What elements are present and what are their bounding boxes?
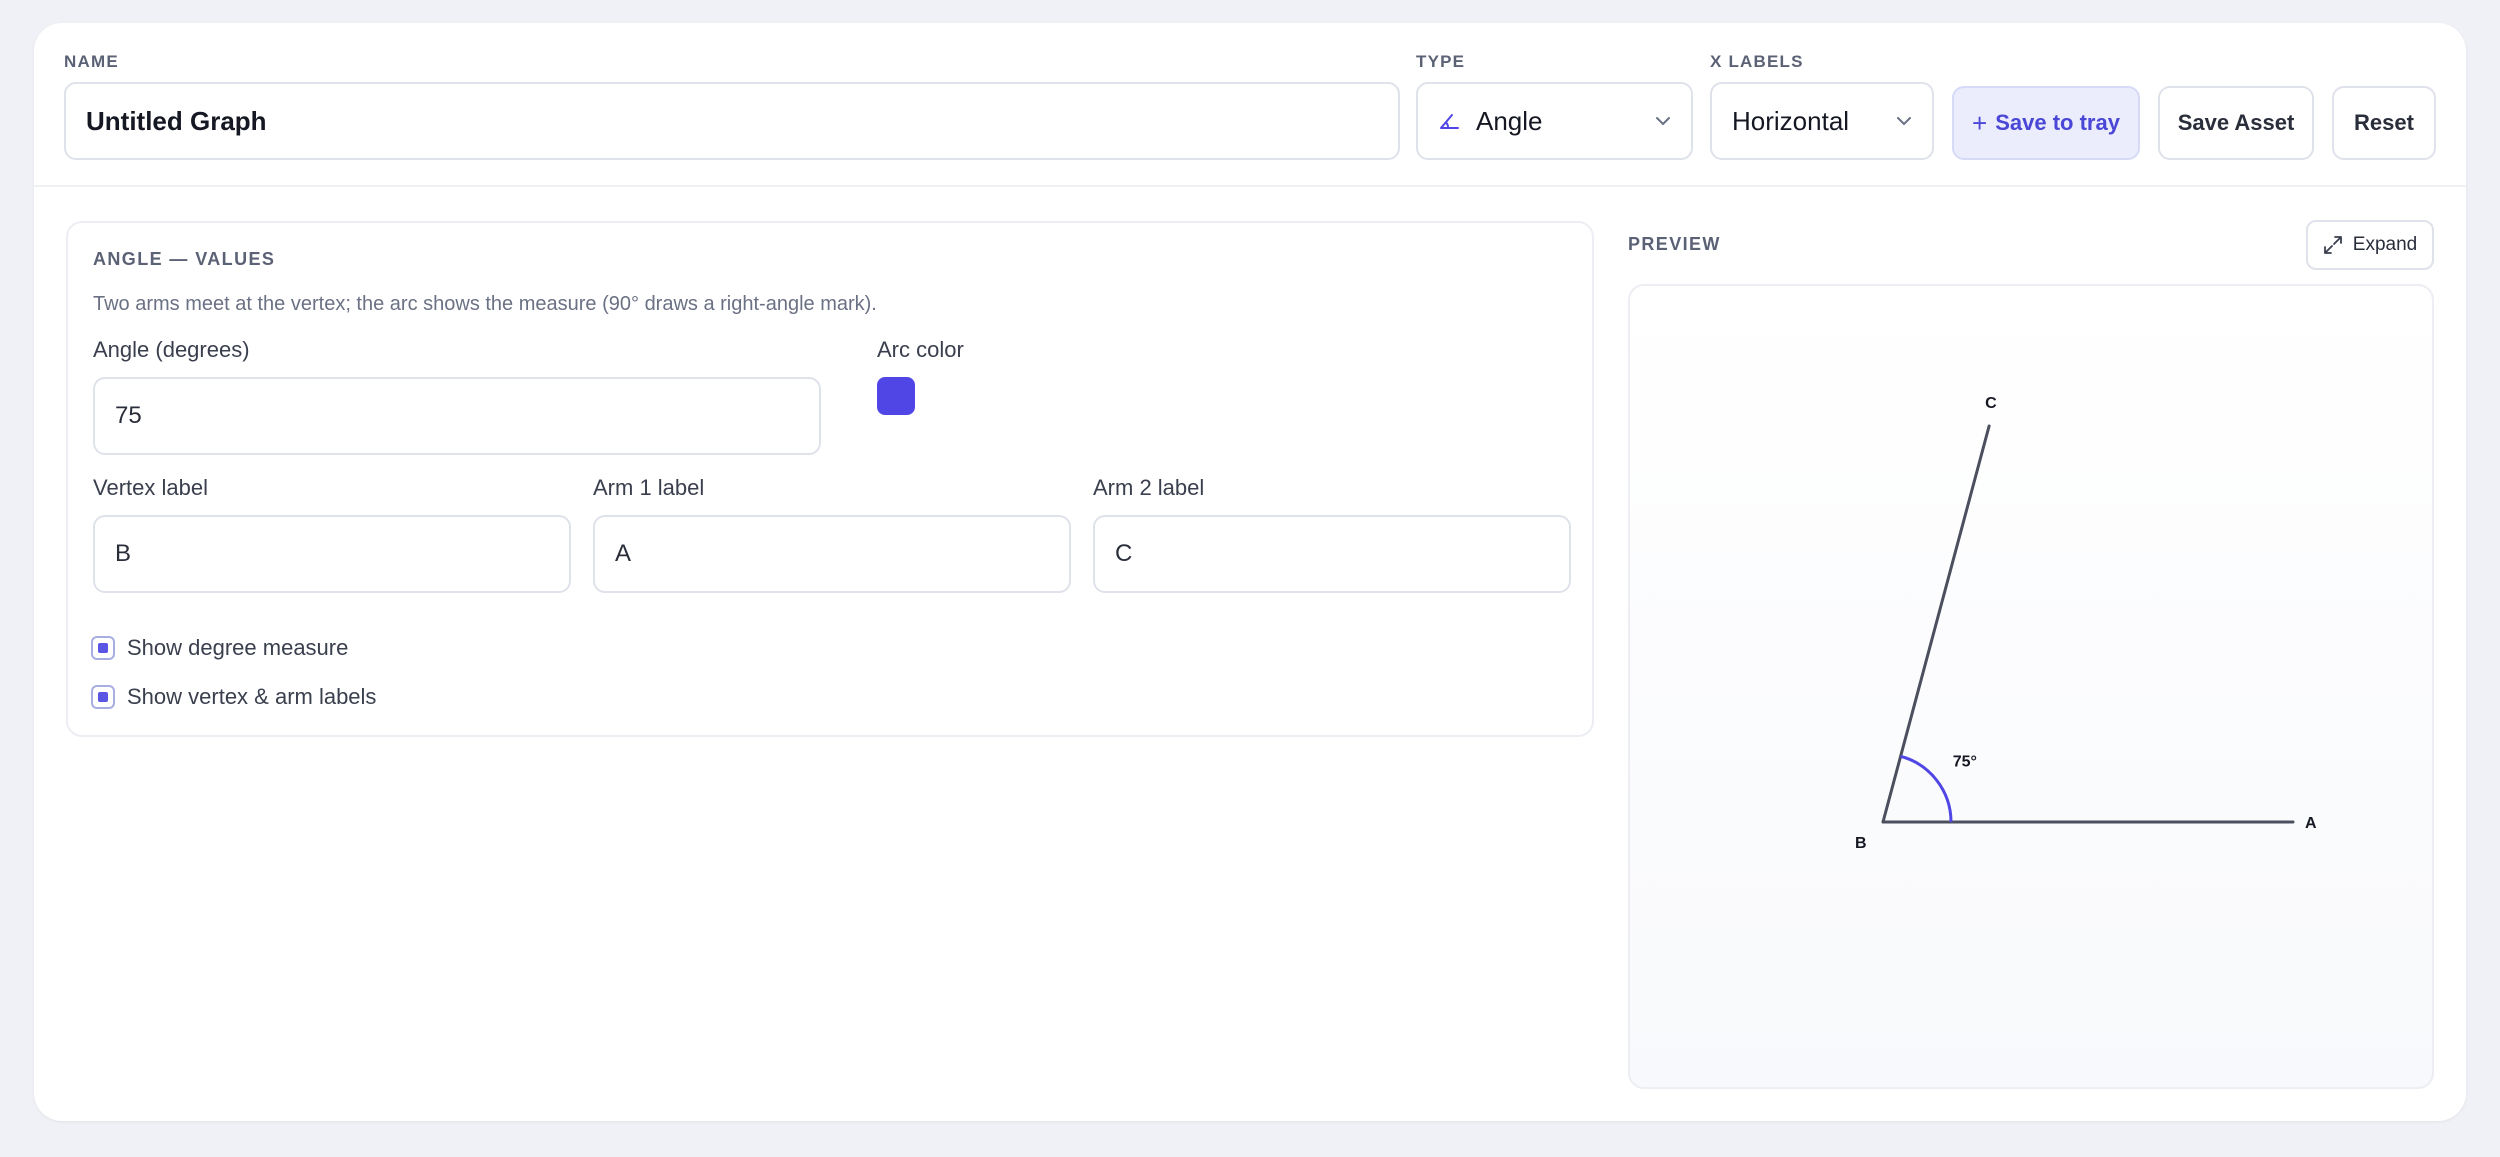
check-mark-icon <box>98 692 108 702</box>
show-labels-row[interactable]: Show vertex & arm labels <box>91 684 376 710</box>
vertex-label-input[interactable]: B <box>93 515 571 593</box>
angle-degrees-label: Angle (degrees) <box>93 337 250 362</box>
panel-description: Two arms meet at the vertex; the arc sho… <box>93 293 877 315</box>
degree-measure-text: 75° <box>1953 753 1977 770</box>
show-degree-checkbox[interactable] <box>91 636 115 660</box>
angle-icon <box>1440 114 1459 129</box>
type-select[interactable]: Angle <box>1416 82 1693 160</box>
type-value: Angle <box>1476 105 1543 136</box>
show-labels-label: Show vertex & arm labels <box>127 684 377 709</box>
show-labels-checkbox[interactable] <box>91 685 115 709</box>
angle-degrees-input[interactable]: 75 <box>93 377 821 455</box>
arc-color-label: Arc color <box>877 337 964 362</box>
vertex-label-label: Vertex label <box>93 475 208 500</box>
arm2-label-input[interactable]: C <box>1093 515 1571 593</box>
reset-button[interactable]: Reset <box>2332 86 2436 160</box>
arm2-label-label: Arm 2 label <box>1093 475 1205 500</box>
expand-label: Expand <box>2352 234 2418 255</box>
angle-values-panel: ANGLE — VALUES Two arms meet at the vert… <box>66 221 1594 737</box>
check-mark-icon <box>98 643 108 653</box>
toolbar: NAME Untitled Graph TYPE Angle X LABELS … <box>34 23 2466 187</box>
save-to-tray-label: Save to tray <box>1995 110 2120 135</box>
arm-2-label-text: C <box>1985 395 1997 412</box>
show-degree-label: Show degree measure <box>127 635 349 660</box>
chevron-down-icon <box>1656 117 1670 126</box>
name-label: NAME <box>64 52 119 71</box>
editor-card: NAME Untitled Graph TYPE Angle X LABELS … <box>34 23 2466 1121</box>
xlabels-select[interactable]: Horizontal <box>1710 82 1934 160</box>
xlabels-label: X LABELS <box>1710 52 1804 71</box>
plus-icon: + <box>1972 107 1988 138</box>
vertex-label-text: B <box>1855 835 1867 852</box>
preview-title: PREVIEW <box>1628 234 1721 254</box>
panel-title: ANGLE — VALUES <box>93 249 276 269</box>
angle-diagram: 75° B A C <box>1855 395 2317 852</box>
arc-color-swatch[interactable] <box>877 377 915 415</box>
type-label: TYPE <box>1416 52 1466 71</box>
arm1-label-input[interactable]: A <box>593 515 1071 593</box>
expand-icon <box>2323 236 2342 254</box>
preview-canvas: 75° B A C <box>1628 284 2434 1089</box>
name-input[interactable]: Untitled Graph <box>64 82 1400 160</box>
save-asset-button[interactable]: Save Asset <box>2158 86 2314 160</box>
angle-arc <box>1900 754 1953 823</box>
save-to-tray-button[interactable]: + Save to tray <box>1952 86 2140 160</box>
arm-1-label-text: A <box>2305 815 2317 832</box>
show-degree-row[interactable]: Show degree measure <box>91 635 348 661</box>
arm1-label-label: Arm 1 label <box>593 475 705 500</box>
expand-button[interactable]: Expand <box>2306 220 2434 270</box>
xlabels-value: Horizontal <box>1732 105 1850 136</box>
chevron-down-icon <box>1897 117 1911 126</box>
name-value: Untitled Graph <box>86 105 267 136</box>
